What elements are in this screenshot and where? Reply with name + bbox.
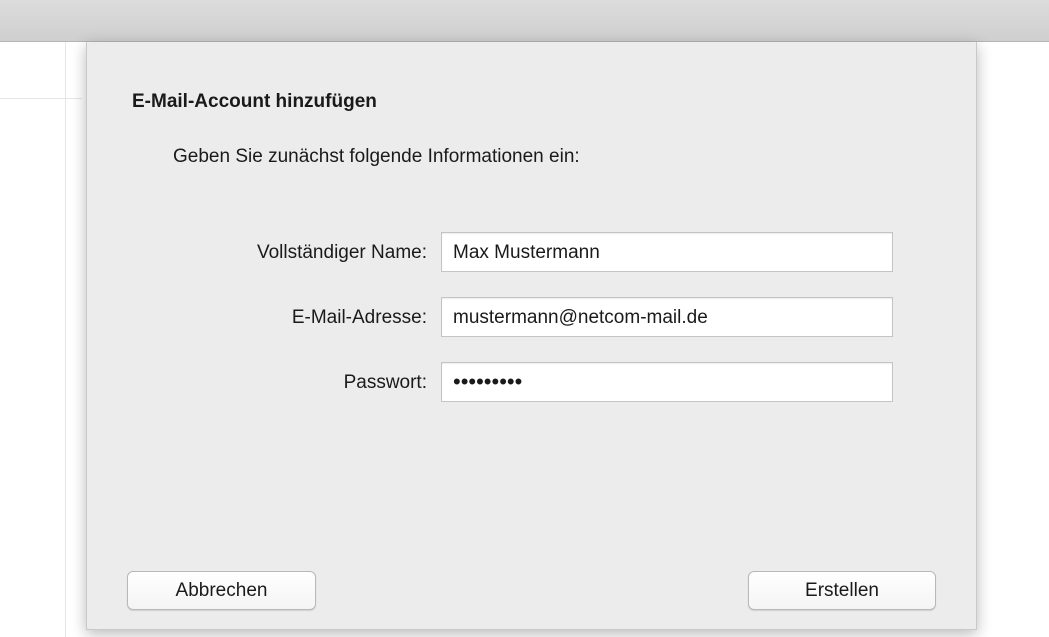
- create-button[interactable]: Erstellen: [748, 571, 936, 610]
- full-name-label: Vollständiger Name:: [256, 242, 427, 263]
- background-pane: [990, 42, 1049, 637]
- divider: [0, 98, 82, 99]
- password-label: Passwort:: [343, 372, 427, 393]
- email-label: E-Mail-Adresse:: [291, 307, 427, 328]
- dialog-instructions: Geben Sie zunächst folgende Informatione…: [173, 146, 580, 167]
- background-sidebar: [0, 42, 82, 637]
- cancel-button[interactable]: Abbrechen: [127, 571, 316, 610]
- window-toolbar: [0, 0, 1049, 42]
- password-field[interactable]: •••••••••: [441, 362, 893, 402]
- dialog-title: E-Mail-Account hinzufügen: [132, 91, 377, 112]
- email-field[interactable]: mustermann@netcom-mail.de: [441, 297, 893, 337]
- divider: [65, 42, 66, 637]
- add-account-dialog: E-Mail-Account hinzufügen Geben Sie zunä…: [86, 42, 977, 630]
- full-name-field[interactable]: Max Mustermann: [441, 232, 893, 272]
